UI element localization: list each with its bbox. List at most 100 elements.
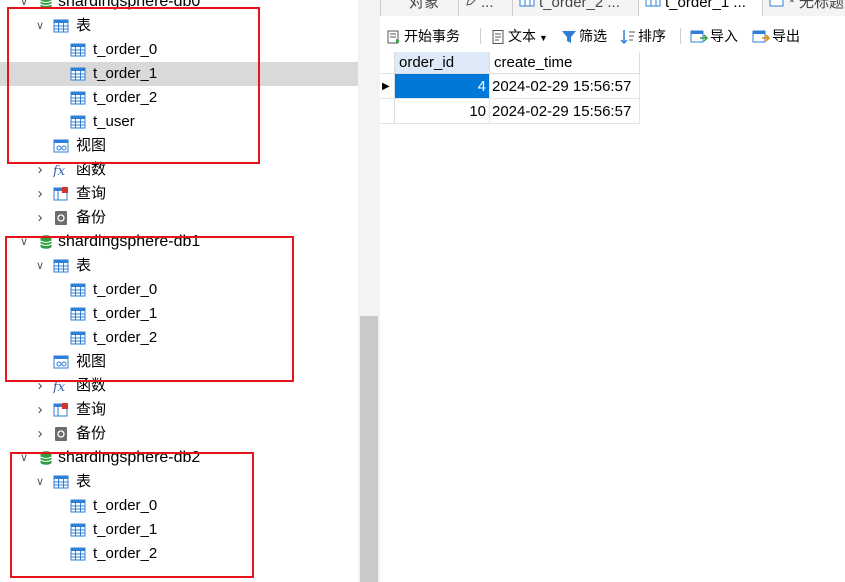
row-indicator[interactable]: ▶: [380, 74, 395, 99]
cell-create-time[interactable]: 2024-02-29 15:56:57: [490, 99, 640, 124]
table-folder-icon: [53, 258, 69, 274]
tab-objects[interactable]: 对象: [380, 0, 469, 16]
begin-transaction-label: 开始事务: [404, 28, 460, 44]
funnel-icon: [562, 31, 576, 44]
cell-order-id[interactable]: 4: [395, 74, 490, 99]
row-indicator[interactable]: [380, 99, 395, 124]
tree-table-item[interactable]: t_order_2: [0, 86, 358, 110]
export-button[interactable]: 导出: [752, 26, 800, 46]
tree-queries-folder-item[interactable]: › 查询: [0, 182, 358, 206]
tree-table-item[interactable]: t_order_1: [0, 302, 358, 326]
query-icon: [53, 186, 69, 202]
table-icon: [70, 306, 86, 322]
chevron-right-icon[interactable]: ›: [34, 398, 46, 422]
chevron-down-icon[interactable]: ∨: [18, 0, 30, 14]
sort-icon: [620, 30, 635, 45]
table-icon: [70, 330, 86, 346]
tree-item-label: t_order_2: [93, 545, 158, 562]
tree-item-label: t_order_0: [93, 281, 158, 298]
tree-table-item[interactable]: t_order_2: [0, 542, 358, 566]
chevron-down-icon[interactable]: ∨: [34, 254, 46, 278]
tree-tables-folder-item[interactable]: ∨ 表: [0, 254, 358, 278]
tree-item-label: t_order_0: [93, 41, 158, 58]
chevron-down-icon[interactable]: ∨: [18, 446, 30, 470]
tree-table-item[interactable]: t_order_1: [0, 518, 358, 542]
tree-item-label: 函数: [76, 161, 107, 178]
database-icon: [38, 0, 54, 10]
tree-item-label: t_user: [93, 113, 135, 130]
tree-item-label: t_order_1: [93, 65, 158, 82]
table-icon: [70, 114, 86, 130]
column-header-create-time[interactable]: create_time: [490, 52, 640, 74]
function-icon: fx: [52, 162, 69, 179]
tree-item-label: 查询: [76, 185, 107, 202]
tree-database-item[interactable]: ∨ shardingsphere-db2: [0, 446, 358, 470]
table-viewer-panel: 对象... t_order_2 ... t_order_1 ... * 无标题 开始事…: [380, 0, 845, 582]
tree-item-label: 备份: [76, 425, 107, 442]
cell-create-time[interactable]: 2024-02-29 15:56:57: [490, 74, 640, 99]
tab-label: t_order_2 ...: [539, 0, 620, 11]
text-view-label: 文本: [508, 28, 536, 44]
chevron-right-icon[interactable]: ›: [34, 182, 46, 206]
tree-tables-folder-item[interactable]: ∨ 表: [0, 14, 358, 38]
tree-database-item[interactable]: ∨ shardingsphere-db1: [0, 230, 358, 254]
tree-views-folder-item[interactable]: 视图: [0, 134, 358, 158]
tree-item-label: 函数: [76, 377, 107, 394]
export-label: 导出: [772, 28, 800, 44]
query-icon: [53, 402, 69, 418]
tree-queries-folder-item[interactable]: › 查询: [0, 398, 358, 422]
tab-bar: 对象... t_order_2 ... t_order_1 ... * 无标题: [380, 0, 845, 16]
tab-editor-4[interactable]: * 无标题: [762, 0, 845, 16]
tree-backups-folder-item[interactable]: › 备份: [0, 422, 358, 446]
table-icon: [70, 42, 86, 58]
tree-database-item[interactable]: ∨ shardingsphere-db0: [0, 0, 358, 14]
tree-table-item[interactable]: t_order_0: [0, 494, 358, 518]
tree-table-item[interactable]: t_order_1: [0, 62, 358, 86]
tab-editor-2[interactable]: t_order_2 ...: [512, 0, 649, 16]
tab-editor-3[interactable]: t_order_1 ...: [638, 0, 773, 16]
chevron-right-icon[interactable]: ›: [34, 206, 46, 230]
column-header-order-id[interactable]: order_id: [395, 52, 490, 74]
table-icon: [70, 522, 86, 538]
tree-table-item[interactable]: t_user: [0, 110, 358, 134]
function-icon: fx: [52, 378, 69, 395]
chevron-right-icon[interactable]: ›: [34, 374, 46, 398]
table-folder-icon: [53, 18, 69, 34]
text-view-button[interactable]: 文本 ▼: [490, 26, 548, 46]
chevron-down-icon[interactable]: ∨: [18, 230, 30, 254]
tree-item-label: 表: [76, 473, 92, 490]
begin-transaction-button[interactable]: 开始事务: [386, 26, 460, 46]
view-icon: [53, 354, 69, 370]
chevron-down-icon[interactable]: ∨: [34, 14, 46, 38]
tree-functions-folder-item[interactable]: › fx 函数: [0, 374, 358, 398]
tree-views-folder-item[interactable]: 视图: [0, 350, 358, 374]
tab-label: t_order_1 ...: [665, 0, 746, 11]
transaction-icon: [387, 30, 400, 44]
chevron-right-icon[interactable]: ›: [34, 158, 46, 182]
cell-order-id[interactable]: 10: [395, 99, 490, 124]
tree-functions-folder-item[interactable]: › fx 函数: [0, 158, 358, 182]
import-button[interactable]: 导入: [690, 26, 738, 46]
tree-item-label: shardingsphere-db0: [58, 0, 201, 10]
tree-table-item[interactable]: t_order_0: [0, 38, 358, 62]
tree-backups-folder-item[interactable]: › 备份: [0, 206, 358, 230]
import-label: 导入: [710, 28, 738, 44]
tree-item-label: 备份: [76, 209, 107, 226]
tree-table-item[interactable]: t_order_0: [0, 278, 358, 302]
tree-item-label: t_order_1: [93, 521, 158, 538]
tree-table-item[interactable]: t_order_2: [0, 326, 358, 350]
toolbar-separator: [480, 28, 481, 44]
table-icon: [70, 282, 86, 298]
tree-item-label: 查询: [76, 401, 107, 418]
chevron-down-icon[interactable]: ∨: [34, 470, 46, 494]
data-toolbar: 开始事务 文本 ▼ 筛选 排序 导入 导出: [380, 22, 845, 50]
backup-icon: [53, 426, 69, 442]
filter-button[interactable]: 筛选: [561, 26, 607, 46]
tree-tables-folder-item[interactable]: ∨ 表: [0, 470, 358, 494]
svg-text:fx: fx: [53, 380, 66, 394]
sort-button[interactable]: 排序: [620, 26, 666, 46]
query-icon: [769, 0, 785, 16]
tree-scrollbar-thumb[interactable]: [360, 316, 378, 582]
chevron-right-icon[interactable]: ›: [34, 422, 46, 446]
toolbar-separator: [680, 28, 681, 44]
